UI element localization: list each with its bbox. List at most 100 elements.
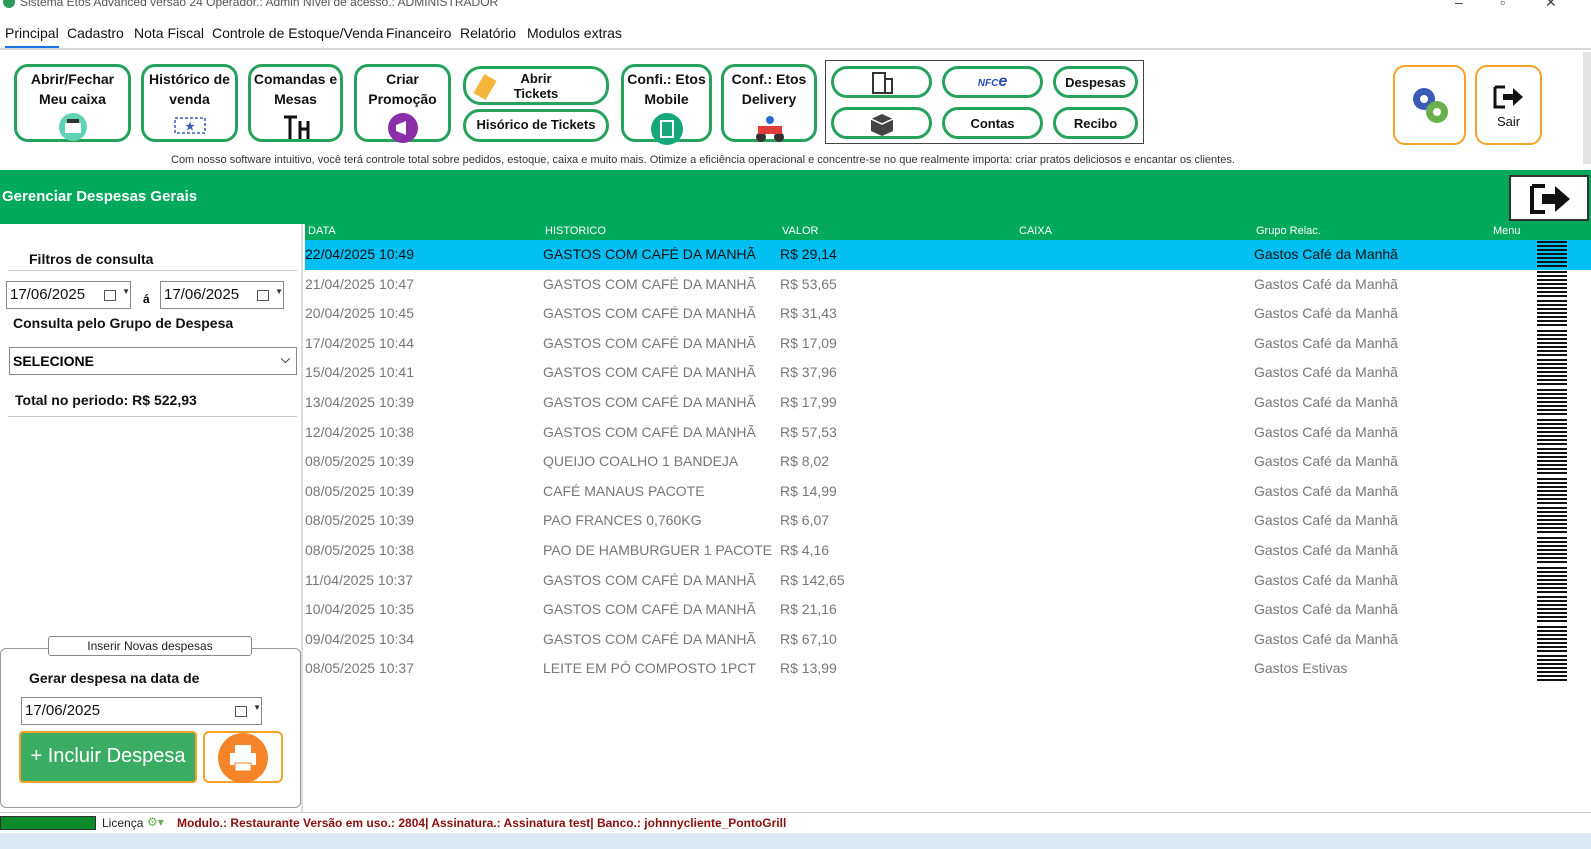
table-row[interactable]: 21/04/2025 10:47 GASTOS COM CAFÉ DA MANHÃ… bbox=[305, 270, 1591, 300]
row-menu-icon[interactable] bbox=[1537, 477, 1567, 506]
date-from-field[interactable]: 17/06/2025 ▼ bbox=[6, 281, 131, 309]
col-grupo[interactable]: Grupo Relac. bbox=[1256, 225, 1321, 237]
estoque-button[interactable] bbox=[831, 107, 932, 139]
cell-valor: R$ 142,65 bbox=[780, 571, 845, 588]
table-row[interactable]: 15/04/2025 10:41 GASTOS COM CAFÉ DA MANHÃ… bbox=[305, 358, 1591, 388]
cell-historico: LEITE EM PÓ COMPOSTO 1PCT bbox=[543, 660, 756, 677]
abrir-tickets-button[interactable]: Abrir Tickets bbox=[463, 66, 609, 105]
cell-grupo: Gastos Café da Manhã bbox=[1254, 364, 1398, 381]
row-menu-icon[interactable] bbox=[1537, 448, 1567, 477]
table-row[interactable]: 13/04/2025 10:39 GASTOS COM CAFÉ DA MANHÃ… bbox=[305, 388, 1591, 418]
cell-valor: R$ 6,07 bbox=[780, 512, 830, 529]
historico-venda-button[interactable]: Histórico de venda ★ bbox=[141, 64, 238, 142]
table-row[interactable]: 17/04/2025 10:44 GASTOS COM CAFÉ DA MANHÃ… bbox=[305, 329, 1591, 359]
table-row[interactable]: 08/05/2025 10:39 QUEIJO COALHO 1 BANDEJA R… bbox=[305, 447, 1591, 477]
table-row[interactable]: 08/05/2025 10:37 LEITE EM PÓ COMPOSTO 1PC… bbox=[305, 654, 1591, 684]
contas-button[interactable]: Contas bbox=[942, 107, 1043, 139]
menu-relatorio[interactable]: Relatório bbox=[460, 25, 516, 41]
table-row[interactable]: 20/04/2025 10:45 GASTOS COM CAFÉ DA MANHÃ… bbox=[305, 299, 1591, 329]
exit-icon bbox=[1493, 85, 1523, 109]
calendar-icon[interactable] bbox=[235, 706, 247, 717]
group-select-value: SELECIONE bbox=[13, 353, 94, 369]
table-row[interactable]: 11/04/2025 10:37 GASTOS COM CAFÉ DA MANHÃ… bbox=[305, 566, 1591, 596]
close-screen-button[interactable] bbox=[1509, 175, 1589, 221]
table-row[interactable]: 08/05/2025 10:39 CAFÉ MANAUS PACOTE R$ 14,… bbox=[305, 477, 1591, 507]
chevron-down-icon[interactable]: ▼ bbox=[122, 287, 130, 296]
cell-valor: R$ 8,02 bbox=[780, 453, 830, 470]
table-row[interactable]: 09/04/2025 10:34 GASTOS COM CAFÉ DA MANHÃ… bbox=[305, 625, 1591, 655]
menu-principal[interactable]: Principal bbox=[5, 25, 59, 48]
row-menu-icon[interactable] bbox=[1537, 270, 1567, 299]
recibo-button[interactable]: Recibo bbox=[1053, 107, 1138, 139]
col-caixa[interactable]: CAIXA bbox=[1019, 225, 1052, 237]
row-menu-icon[interactable] bbox=[1537, 359, 1567, 388]
table-row[interactable]: 08/05/2025 10:38 PAO DE HAMBURGUER 1 PACO… bbox=[305, 536, 1591, 566]
incluir-despesa-button[interactable]: + Incluir Despesa bbox=[19, 731, 197, 783]
col-data[interactable]: DATA bbox=[308, 225, 336, 237]
row-menu-icon[interactable] bbox=[1537, 418, 1567, 447]
menu-controle-estoque[interactable]: Controle de Estoque/Venda bbox=[212, 25, 383, 41]
row-menu-icon[interactable] bbox=[1537, 537, 1567, 565]
close-icon[interactable]: ✕ bbox=[1545, 0, 1557, 11]
row-menu-icon[interactable] bbox=[1537, 241, 1567, 269]
menu-modulos-extras[interactable]: Modulos extras bbox=[527, 25, 622, 41]
etos-delivery-button[interactable]: Conf.: Etos Delivery bbox=[721, 64, 817, 142]
cell-historico: PAO FRANCES 0,760KG bbox=[543, 512, 702, 529]
col-menu[interactable]: Menu bbox=[1493, 225, 1521, 237]
chevron-down-icon[interactable]: ▼ bbox=[275, 287, 283, 296]
configuracoes-button[interactable] bbox=[1393, 65, 1466, 145]
maximize-icon[interactable]: ▫ bbox=[1500, 0, 1505, 10]
despesas-button[interactable]: Despesas bbox=[1053, 66, 1138, 98]
cell-grupo: Gastos Café da Manhã bbox=[1254, 601, 1398, 618]
row-menu-icon[interactable] bbox=[1537, 389, 1567, 417]
date-to-field[interactable]: 17/06/2025 ▼ bbox=[160, 281, 284, 309]
etos-mobile-button[interactable]: Confi.: Etos Mobile bbox=[621, 64, 712, 145]
table-row[interactable]: 12/04/2025 10:38 GASTOS COM CAFÉ DA MANHÃ… bbox=[305, 418, 1591, 448]
sair-button[interactable]: Sair bbox=[1475, 65, 1542, 145]
menu-nota-fiscal[interactable]: Nota Fiscal bbox=[134, 25, 204, 41]
calendar-icon[interactable] bbox=[257, 290, 269, 301]
cell-historico: QUEIJO COALHO 1 BANDEJA bbox=[543, 453, 739, 470]
col-historico[interactable]: HISTORICO bbox=[545, 225, 606, 237]
ribbon-scrollbar[interactable] bbox=[1583, 52, 1591, 164]
cell-valor: R$ 13,99 bbox=[780, 660, 837, 677]
historico-tickets-button[interactable]: Hisórico de Tickets bbox=[463, 109, 609, 142]
delivery-label-2: Delivery bbox=[741, 91, 797, 107]
row-menu-icon[interactable] bbox=[1537, 329, 1567, 358]
table-row[interactable]: 22/04/2025 10:49 GASTOS COM CAFÉ DA MANHÃ… bbox=[305, 240, 1591, 270]
menu-cadastro[interactable]: Cadastro bbox=[67, 25, 124, 41]
row-menu-icon[interactable] bbox=[1537, 507, 1567, 536]
chevron-down-icon[interactable]: ▼ bbox=[253, 703, 261, 712]
mobile-checklist-icon bbox=[650, 113, 683, 145]
menu-financeiro[interactable]: Financeiro bbox=[386, 25, 451, 41]
title-bar: Sistema Etos Advanced versão 24 Operador… bbox=[0, 0, 1591, 14]
row-menu-icon[interactable] bbox=[1537, 300, 1567, 329]
mobile-label-1: Confi.: Etos bbox=[627, 71, 706, 87]
cell-data: 10/04/2025 10:35 bbox=[305, 601, 414, 618]
row-menu-icon[interactable] bbox=[1537, 625, 1567, 654]
table-row[interactable]: 10/04/2025 10:35 GASTOS COM CAFÉ DA MANHÃ… bbox=[305, 595, 1591, 625]
caixa-button[interactable]: Abrir/Fechar Meu caixa bbox=[14, 64, 131, 142]
calendar-icon[interactable] bbox=[104, 290, 116, 301]
license-gears-icon[interactable]: ⚙▾ bbox=[147, 815, 164, 829]
col-valor[interactable]: VALOR bbox=[782, 225, 818, 237]
minimize-icon[interactable]: – bbox=[1455, 0, 1463, 10]
table-row[interactable]: 08/05/2025 10:39 PAO FRANCES 0,760KG R$ 6,… bbox=[305, 506, 1591, 536]
cell-data: 08/05/2025 10:39 bbox=[305, 512, 414, 529]
cell-data: 08/05/2025 10:39 bbox=[305, 453, 414, 470]
row-menu-icon[interactable] bbox=[1537, 566, 1567, 595]
empresa-button[interactable] bbox=[831, 66, 932, 98]
insert-date-field[interactable]: 17/06/2025 ▼ bbox=[21, 697, 262, 725]
insert-legend: Inserir Novas despesas bbox=[48, 636, 252, 656]
cell-data: 09/04/2025 10:34 bbox=[305, 630, 414, 647]
group-select[interactable]: SELECIONE ⌵ bbox=[9, 347, 297, 375]
criar-promocao-button[interactable]: Criar Promoção bbox=[354, 64, 451, 143]
nfce-button[interactable]: NFCe bbox=[942, 66, 1043, 98]
row-menu-icon[interactable] bbox=[1537, 655, 1567, 684]
print-button[interactable] bbox=[203, 731, 283, 783]
comandas-mesas-button[interactable]: Comandas e Mesas bbox=[248, 64, 343, 142]
row-menu-icon[interactable] bbox=[1537, 596, 1567, 625]
cell-valor: R$ 14,99 bbox=[780, 482, 837, 499]
license-label[interactable]: Licença bbox=[102, 816, 143, 830]
cell-grupo: Gastos Café da Manhã bbox=[1254, 275, 1398, 292]
